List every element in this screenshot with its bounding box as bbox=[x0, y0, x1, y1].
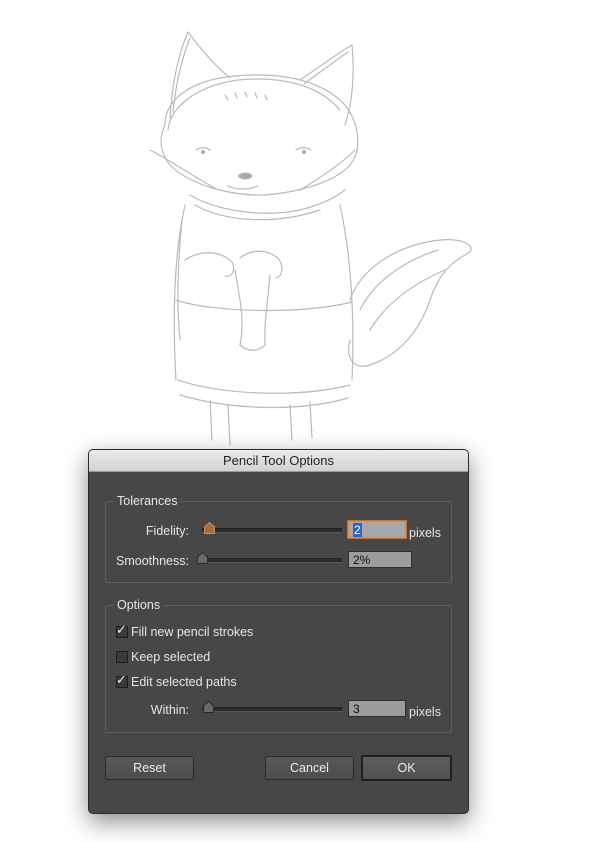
within-value: 3 bbox=[353, 702, 360, 716]
edit-selected-paths-checkbox[interactable]: ✓ Edit selected paths bbox=[116, 672, 316, 690]
dialog-title: Pencil Tool Options bbox=[222, 453, 335, 468]
keep-selected-checkbox[interactable]: Keep selected bbox=[116, 649, 316, 665]
tolerances-group: Tolerances Fidelity: 2 pixels Smoothness… bbox=[105, 493, 452, 583]
fox-sketch-illustration bbox=[149, 31, 472, 446]
options-group: Options ✓ Fill new pencil strokes Keep s… bbox=[105, 597, 452, 733]
within-input[interactable]: 3 bbox=[348, 700, 406, 717]
checkbox-label: Fill new pencil strokes bbox=[131, 625, 254, 639]
smoothness-value: 2% bbox=[353, 553, 371, 567]
tolerances-label: Tolerances bbox=[114, 493, 181, 509]
dialog-title-bar[interactable]: Pencil Tool Options bbox=[89, 450, 468, 472]
checkbox-box[interactable]: ✓ bbox=[116, 622, 128, 638]
checkmark-icon: ✓ bbox=[116, 672, 127, 687]
fidelity-value: 2 bbox=[353, 523, 362, 537]
pencil-tool-options-dialog: Pencil Tool Options Tolerances Fidelity:… bbox=[88, 449, 469, 814]
reset-button[interactable]: Reset bbox=[105, 756, 194, 780]
fidelity-input[interactable]: 2 bbox=[348, 521, 406, 538]
ok-button[interactable]: OK bbox=[361, 755, 452, 781]
smoothness-slider-thumb[interactable] bbox=[197, 552, 208, 564]
within-unit: pixels bbox=[409, 705, 441, 719]
options-label: Options bbox=[114, 597, 164, 613]
smoothness-label: Smoothness: bbox=[116, 554, 189, 568]
within-slider-track[interactable] bbox=[202, 707, 342, 712]
checkbox-label: Keep selected bbox=[131, 650, 211, 664]
checkmark-icon: ✓ bbox=[116, 622, 127, 637]
smoothness-slider-track[interactable] bbox=[202, 558, 342, 563]
fidelity-label: Fidelity: bbox=[145, 524, 189, 538]
fidelity-slider-thumb[interactable] bbox=[204, 522, 215, 534]
within-slider-thumb[interactable] bbox=[203, 701, 214, 713]
within-label: Within: bbox=[150, 703, 189, 717]
fidelity-unit: pixels bbox=[409, 526, 441, 540]
smoothness-input[interactable]: 2% bbox=[348, 551, 412, 568]
checkbox-label: Edit selected paths bbox=[131, 675, 237, 689]
cancel-button[interactable]: Cancel bbox=[265, 756, 354, 780]
checkbox-box[interactable] bbox=[116, 651, 128, 663]
fidelity-slider-track[interactable] bbox=[202, 528, 342, 533]
fill-new-pencil-strokes-checkbox[interactable]: ✓ Fill new pencil strokes bbox=[116, 622, 316, 640]
checkbox-box[interactable]: ✓ bbox=[116, 672, 128, 688]
